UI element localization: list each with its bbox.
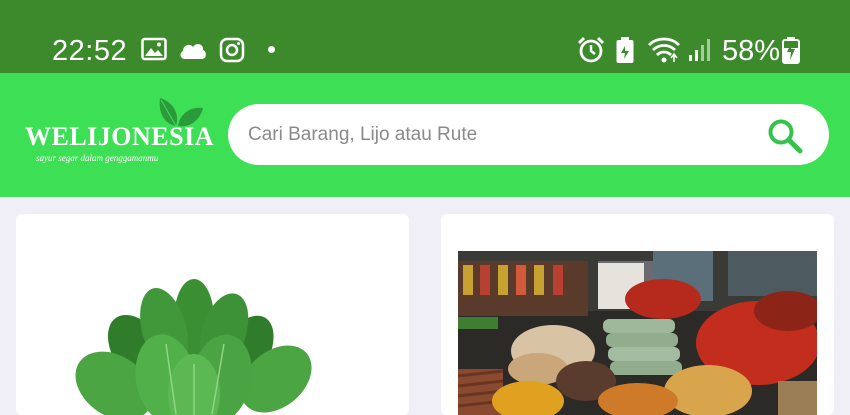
alarm-icon bbox=[577, 36, 605, 69]
wifi-icon bbox=[647, 36, 681, 69]
battery-percent: 58% bbox=[722, 35, 781, 67]
status-bar: 22:52 58% bbox=[0, 0, 850, 73]
search-icon[interactable] bbox=[765, 116, 805, 161]
notification-dot bbox=[268, 46, 275, 53]
logo-text: WELIJONESIA bbox=[25, 122, 214, 151]
spinach-image bbox=[16, 214, 409, 415]
product-card[interactable] bbox=[16, 214, 409, 415]
image-icon bbox=[141, 37, 167, 66]
instagram-icon bbox=[219, 37, 245, 68]
battery-charging-icon bbox=[781, 36, 801, 69]
status-time: 22:52 bbox=[52, 35, 128, 67]
signal-icon bbox=[688, 38, 712, 67]
logo-tagline: sayur segar dalam genggamanmu bbox=[36, 153, 159, 163]
product-card[interactable] bbox=[441, 214, 834, 415]
search-placeholder: Cari Barang, Lijo atau Rute bbox=[248, 124, 478, 145]
search-input[interactable]: Cari Barang, Lijo atau Rute bbox=[228, 104, 829, 165]
battery-saver-icon bbox=[615, 36, 635, 69]
cloud-icon bbox=[178, 40, 208, 65]
spice-market-image bbox=[457, 251, 822, 415]
